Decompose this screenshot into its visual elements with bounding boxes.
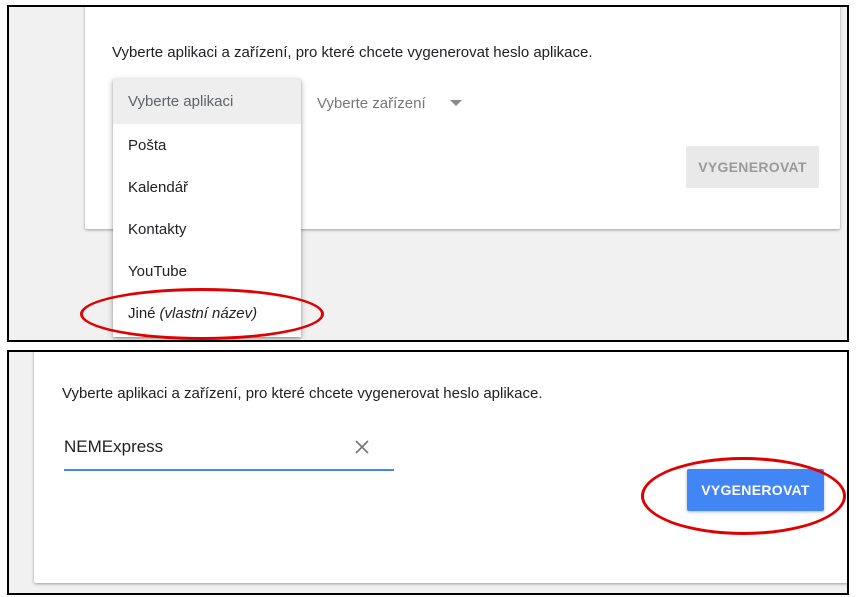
- close-icon[interactable]: [352, 437, 372, 457]
- device-select-placeholder: Vyberte zařízení: [317, 94, 426, 112]
- screenshot-panel-top: Vyberte aplikaci a zařízení, pro které c…: [7, 5, 849, 342]
- dropdown-item-mail[interactable]: Pošta: [113, 124, 301, 166]
- generate-button[interactable]: VYGENEROVAT: [687, 469, 824, 511]
- dropdown-item-label: Jiné: [128, 304, 156, 322]
- screenshot-panel-bottom: Vyberte aplikaci a zařízení, pro které c…: [7, 350, 849, 595]
- device-select[interactable]: Vyberte zařízení: [317, 91, 487, 115]
- custom-app-name-field[interactable]: [64, 433, 394, 471]
- dropdown-item-label: Kontakty: [128, 220, 187, 238]
- instruction-text: Vyberte aplikaci a zařízení, pro které c…: [62, 385, 543, 402]
- dropdown-item-placeholder[interactable]: Vyberte aplikaci: [113, 79, 301, 124]
- dropdown-item-other[interactable]: Jiné (vlastní název): [113, 292, 301, 334]
- dropdown-item-hint: (vlastní název): [159, 304, 258, 322]
- dropdown-item-label: Pošta: [128, 136, 167, 154]
- dropdown-item-label: Kalendář: [128, 178, 189, 196]
- dropdown-item-contacts[interactable]: Kontakty: [113, 208, 301, 250]
- dropdown-item-calendar[interactable]: Kalendář: [113, 166, 301, 208]
- generate-button-disabled[interactable]: VYGENEROVAT: [686, 146, 819, 188]
- instruction-text: Vyberte aplikaci a zařízení, pro které c…: [112, 44, 593, 61]
- dropdown-item-label: Vyberte aplikaci: [128, 93, 234, 110]
- dropdown-item-label: YouTube: [128, 262, 187, 280]
- custom-app-name-input[interactable]: [64, 437, 324, 457]
- app-select-dropdown[interactable]: Vyberte aplikaci Pošta Kalendář Kontakty…: [113, 79, 301, 337]
- dropdown-item-youtube[interactable]: YouTube: [113, 250, 301, 292]
- caret-down-icon: [449, 100, 462, 106]
- app-password-card: Vyberte aplikaci a zařízení, pro které c…: [34, 352, 847, 583]
